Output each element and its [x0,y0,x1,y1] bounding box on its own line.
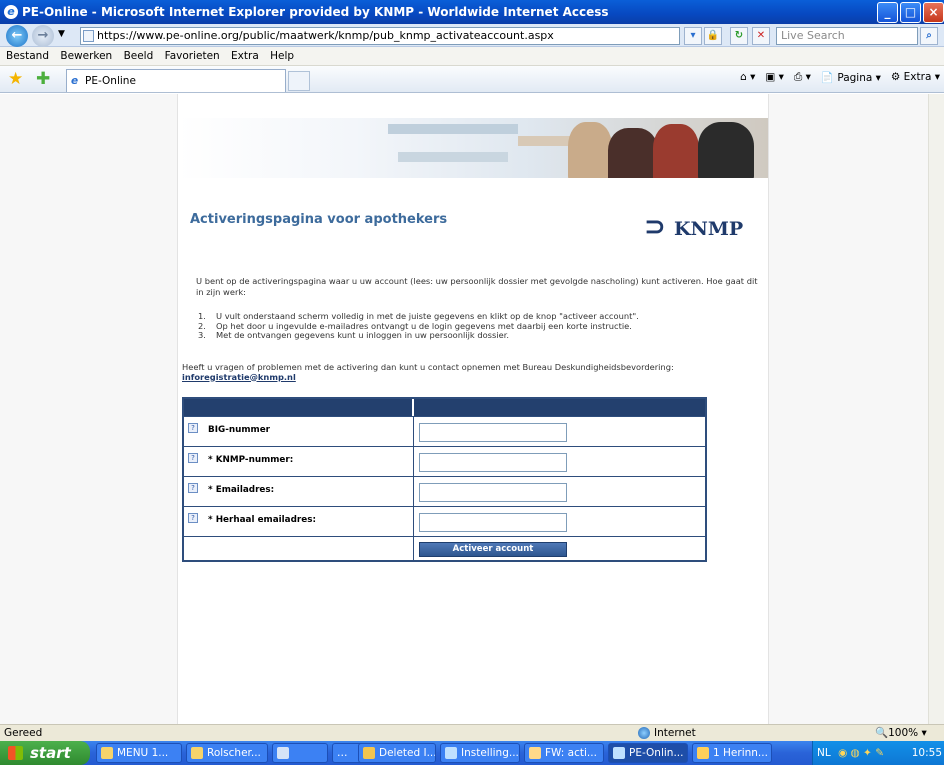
language-indicator[interactable]: NL [817,747,831,759]
help-icon[interactable]: ? [188,513,198,523]
menu-bestand[interactable]: Bestand [6,50,49,62]
tab-pe-online[interactable]: e PE-Online [66,69,286,92]
help-icon[interactable]: ? [188,423,198,433]
form-row-email: ? * Emailadres: [184,476,705,506]
taskbar-item[interactable]: MENU 1... [96,743,182,763]
form-row-email-repeat: ? * Herhaal emailadres: [184,506,705,536]
home-icon[interactable]: ⌂ ▾ [740,71,755,84]
search-icon[interactable]: ⌕ [920,27,938,45]
minimize-button[interactable]: _ [877,2,898,23]
activation-form: ? BIG-nummer ? * KNMP-nummer: ? * Emailadre… [182,397,707,562]
page-title: Activeringspagina voor apothekers [190,212,448,227]
status-text: Gereed [4,727,43,739]
close-button[interactable]: × [923,2,944,23]
page-menu[interactable]: 📄 Pagina ▾ [821,71,881,84]
new-tab-button[interactable] [288,71,310,91]
command-bar: ⌂ ▾ ▣ ▾ ⎙ ▾ 📄 Pagina ▾ ⚙ Extra ▾ [740,71,940,84]
menu-beeld[interactable]: Beeld [124,50,154,62]
globe-icon [638,727,650,739]
taskbar-item[interactable]: Deleted I... [358,743,436,763]
steps-list: 1. U vult onderstaand scherm volledig in … [198,311,639,341]
history-dropdown-icon[interactable]: ▼ [58,29,65,39]
knmp-logo: ⊃ KNMP [644,212,744,242]
content-column: Activeringspagina voor apothekers ⊃ KNMP… [177,94,769,724]
print-icon[interactable]: ⎙ ▾ [794,71,811,84]
taskbar-item[interactable]: Rolscher... [186,743,268,763]
lock-icon[interactable]: 🔒 [704,27,722,45]
menu-bar: Bestand Bewerken Beeld Favorieten Extra … [0,47,944,66]
address-dropdown-icon[interactable]: ▾ [684,27,702,45]
clock: 10:55 [911,747,942,759]
forward-icon[interactable]: → [32,25,54,47]
taskbar-item[interactable]: PE-Onlin... [608,743,688,763]
windows-logo-icon [8,746,23,760]
feeds-icon[interactable]: ▣ ▾ [765,71,784,84]
live-search-input[interactable]: Live Search [776,27,918,45]
taskbar-item[interactable] [272,743,328,763]
add-favorite-icon[interactable]: ✚ [36,69,50,89]
knmp-mark-icon: ⊃ [644,212,666,242]
ie-icon: e [4,5,18,19]
menu-favorieten[interactable]: Favorieten [165,50,220,62]
system-tray: NL ◉ ◍ ✦ ✎ 10:55 [812,741,944,765]
page-icon [83,30,94,42]
list-item: 3. Met de ontvangen gegevens kunt u inlog… [198,330,510,340]
window-title: PE-Online - Microsoft Internet Explorer … [22,5,609,19]
form-row-knmp: ? * KNMP-nummer: [184,446,705,476]
window-titlebar: e PE-Online - Microsoft Internet Explore… [0,0,944,24]
email-input[interactable] [419,483,567,502]
taskbar-item[interactable]: FW: acti... [524,743,604,763]
taskbar-item[interactable]: 1 Herinn... [692,743,772,763]
form-header [184,399,705,416]
form-row-big: ? BIG-nummer [184,416,705,446]
big-number-input[interactable] [419,423,567,442]
tab-bar: ★ ✚ e PE-Online ⌂ ▾ ▣ ▾ ⎙ ▾ 📄 Pagina ▾ ⚙… [0,66,944,93]
page-viewport: Activeringspagina voor apothekers ⊃ KNMP… [0,94,944,724]
intro-text: U bent op de activeringspagina waar u uw… [196,276,758,297]
favorites-star-icon[interactable]: ★ [8,69,23,89]
form-row-submit: Activeer account [184,536,705,560]
address-toolbar: ← → ▼ https://www.pe-online.org/public/m… [0,24,944,47]
help-icon[interactable]: ? [188,453,198,463]
maximize-button[interactable]: □ [900,2,921,23]
security-zone: Internet [638,725,696,741]
start-button[interactable]: start [0,741,90,765]
zoom-level[interactable]: 🔍100% ▾ [875,725,927,741]
back-icon[interactable]: ← [6,25,28,47]
vertical-scrollbar[interactable] [928,94,944,724]
refresh-icon[interactable]: ↻ [730,27,748,45]
taskbar-item[interactable]: Instelling... [440,743,520,763]
contact-text: Heeft u vragen of problemen met de activ… [182,362,762,383]
menu-help[interactable]: Help [270,50,294,62]
menu-bewerken[interactable]: Bewerken [60,50,112,62]
help-icon[interactable]: ? [188,483,198,493]
activate-account-button[interactable]: Activeer account [419,542,567,557]
taskbar: start MENU 1... Rolscher... … Deleted I.… [0,741,944,765]
menu-extra[interactable]: Extra [231,50,259,62]
banner-photo [178,118,768,178]
ie-page-icon: e [71,75,79,87]
repeat-email-input[interactable] [419,513,567,532]
knmp-number-input[interactable] [419,453,567,472]
tray-icons[interactable]: ◉ ◍ ✦ ✎ [838,747,884,759]
tools-menu[interactable]: ⚙ Extra ▾ [891,71,940,84]
status-bar: Gereed Internet 🔍100% ▾ [0,724,944,741]
contact-email-link[interactable]: inforegistratie@knmp.nl [182,372,762,383]
stop-icon[interactable]: ✕ [752,27,770,45]
address-field[interactable]: https://www.pe-online.org/public/maatwer… [80,27,680,45]
